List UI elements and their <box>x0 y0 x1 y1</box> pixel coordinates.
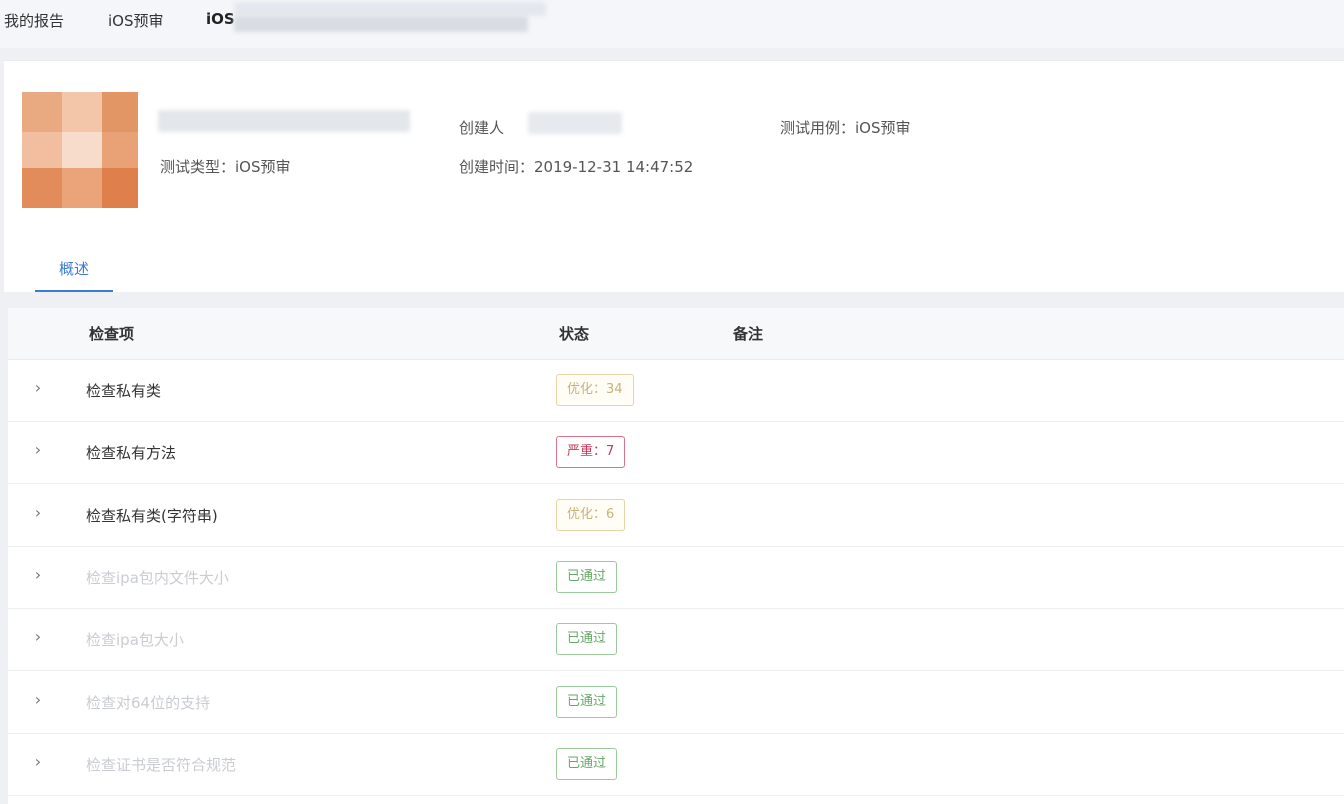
breadcrumb-ios-review[interactable]: iOS预审 <box>108 10 164 31</box>
chevron-right-icon[interactable]: › <box>30 565 46 585</box>
tab-overview[interactable]: 概述 <box>35 250 113 292</box>
chevron-right-icon[interactable]: › <box>30 503 46 523</box>
creator-label: 创建人 <box>459 119 505 137</box>
chevron-right-icon[interactable]: › <box>30 378 46 398</box>
chevron-right-icon[interactable]: › <box>30 440 46 460</box>
redacted-creator <box>528 112 622 134</box>
check-item-name: 检查证书是否符合规范 <box>86 755 237 774</box>
table-row[interactable]: › 检查证书是否符合规范 已通过 <box>8 734 1344 796</box>
status-badge: 已通过 <box>556 747 618 780</box>
chevron-right-icon[interactable]: › <box>30 752 46 772</box>
test-case: 测试用例：iOS预审 <box>780 119 911 137</box>
status-badge: 已通过 <box>556 685 618 718</box>
table-row[interactable]: › 检查私有方法 严重：7 <box>8 422 1344 485</box>
redacted-app-name <box>158 110 410 132</box>
table-row[interactable]: › 检查私有类 优化：34 <box>8 360 1344 422</box>
table-header: 检查项 状态 备注 <box>8 308 1344 360</box>
status-badge: 严重：7 <box>556 436 626 469</box>
breadcrumb-current: iOS <box>206 10 235 28</box>
chevron-right-icon[interactable]: › <box>30 627 46 647</box>
header-status: 状态 <box>559 325 590 343</box>
app-icon <box>22 92 138 208</box>
created-time: 创建时间：2019-12-31 14:47:52 <box>459 158 694 176</box>
check-item-name: 检查对64位的支持 <box>86 693 211 712</box>
breadcrumb: 我的报告 iOS预审 iOS <box>0 0 1344 48</box>
check-item-name: 检查私有方法 <box>86 444 177 463</box>
redacted-title-2 <box>234 16 528 32</box>
header-check-item: 检查项 <box>89 325 135 343</box>
status-badge: 已通过 <box>556 623 618 656</box>
check-item-name: 检查私有类(字符串) <box>86 506 218 525</box>
status-badge: 优化：6 <box>556 498 626 531</box>
table-row[interactable]: › 检查ipa包内文件大小 已通过 <box>8 547 1344 609</box>
table-row[interactable]: › 检查私有类(字符串) 优化：6 <box>8 485 1344 547</box>
check-item-name: 检查ipa包大小 <box>86 631 184 650</box>
check-results-table: 检查项 状态 备注 › 检查私有类 优化：34 › 检查私有方法 严重：7 › 检查私有类(字… <box>8 308 1344 804</box>
table-row[interactable]: › 检查ipa包大小 已通过 <box>8 609 1344 672</box>
check-item-name: 检查ipa包内文件大小 <box>86 568 229 587</box>
redacted-title <box>234 2 546 16</box>
test-type: 测试类型：iOS预审 <box>160 158 291 176</box>
check-item-name: 检查私有类 <box>86 382 162 400</box>
chevron-right-icon[interactable]: › <box>30 690 46 710</box>
table-row[interactable]: › 检查对64位的支持 已通过 <box>8 672 1344 734</box>
status-badge: 已通过 <box>556 560 618 593</box>
status-badge: 优化：34 <box>556 374 634 406</box>
breadcrumb-my-reports[interactable]: 我的报告 <box>4 10 64 31</box>
header-notes: 备注 <box>733 325 764 343</box>
